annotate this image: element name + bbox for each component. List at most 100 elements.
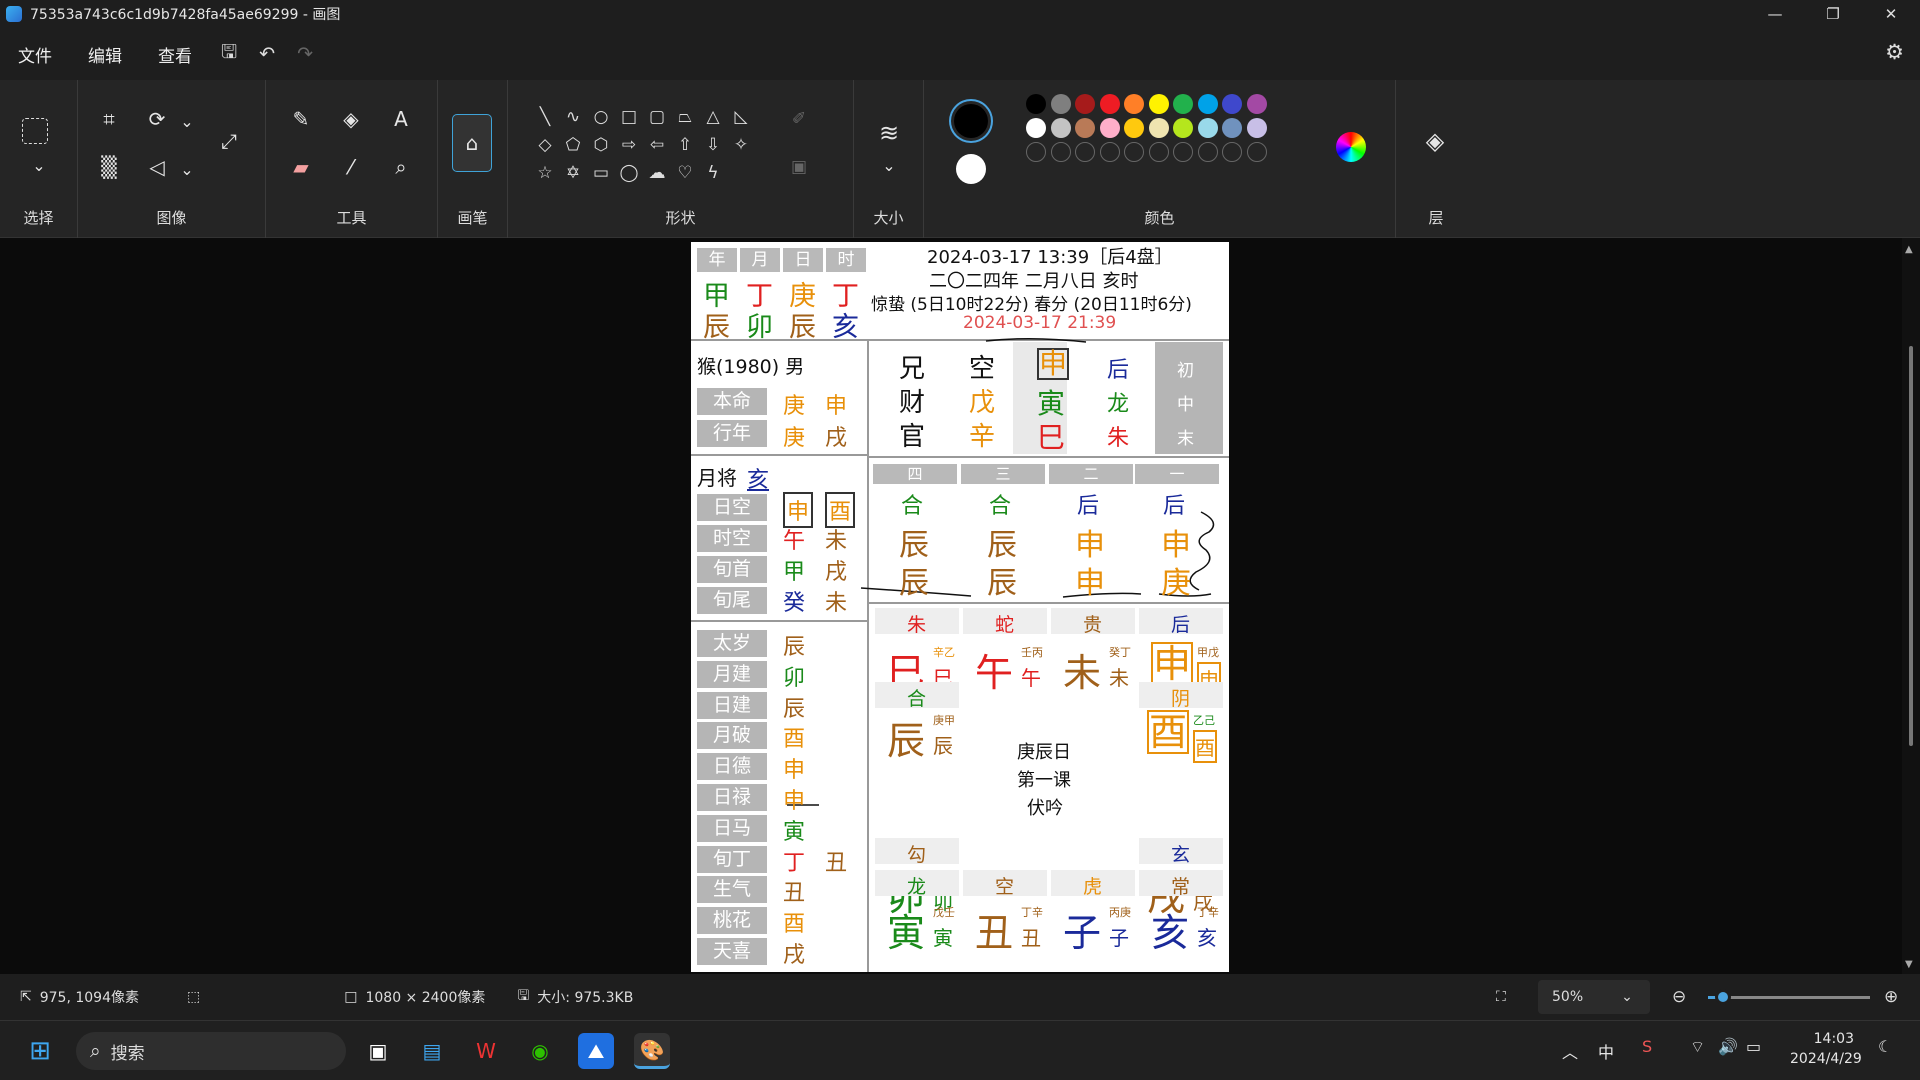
custom-color-slot[interactable] xyxy=(1148,142,1169,162)
palette-swatch[interactable] xyxy=(1246,118,1267,138)
oval-callout-icon[interactable]: ◯ xyxy=(616,160,642,186)
palette-swatch[interactable] xyxy=(1148,94,1169,114)
chevron-down-icon[interactable]: ⌄ xyxy=(26,152,52,178)
palette-swatch[interactable] xyxy=(1148,118,1169,138)
sogou-icon[interactable]: S xyxy=(1642,1037,1652,1056)
edit-colors-icon[interactable] xyxy=(1336,132,1366,162)
text-icon[interactable]: A xyxy=(384,102,418,136)
pentagon-shape-icon[interactable]: ⬠ xyxy=(560,132,586,158)
fit-screen-icon[interactable]: ⛶ xyxy=(1496,989,1506,1005)
widgets-icon[interactable]: ▤ xyxy=(414,1033,450,1069)
oval-shape-icon[interactable]: ○ xyxy=(588,104,614,130)
scroll-thumb[interactable] xyxy=(1909,346,1913,746)
palette-swatch[interactable] xyxy=(1050,94,1071,114)
ime-indicator[interactable]: 中 xyxy=(1598,1039,1614,1063)
save-icon[interactable]: 🖫 xyxy=(221,38,237,70)
palette-swatch[interactable] xyxy=(1026,118,1046,138)
crop-icon[interactable]: ⌗ xyxy=(92,102,126,136)
zoom-select[interactable]: 50% ⌄ xyxy=(1538,980,1650,1014)
vertical-scrollbar[interactable]: ▲ ▼ xyxy=(1902,238,1920,974)
fill-icon[interactable]: ▣ xyxy=(786,154,812,180)
close-button[interactable]: ✕ xyxy=(1862,0,1920,28)
palette-swatch[interactable] xyxy=(1099,94,1120,114)
heart-shape-icon[interactable]: ♡ xyxy=(672,160,698,186)
clock-date[interactable]: 2024/4/29 xyxy=(1790,1051,1862,1067)
wechat-icon[interactable]: ◉ xyxy=(522,1033,558,1069)
zoom-slider-track[interactable] xyxy=(1708,996,1870,999)
rect-select-icon[interactable] xyxy=(22,118,48,144)
flip-icon[interactable]: ◁ xyxy=(140,150,174,184)
fill-bucket-icon[interactable]: ◈ xyxy=(334,102,368,136)
custom-color-slot[interactable] xyxy=(1197,142,1218,162)
canvas-document[interactable]: 年 月 日 时 甲 丁 庚 丁 辰 卯 辰 亥 2024-03-17 13:39… xyxy=(691,242,1229,972)
notification-moon-icon[interactable]: ☾ xyxy=(1878,1037,1892,1056)
palette-swatch[interactable] xyxy=(1246,94,1267,114)
polygon-shape-icon[interactable]: ⏢ xyxy=(672,104,698,130)
custom-color-slot[interactable] xyxy=(1124,142,1144,162)
custom-color-slot[interactable] xyxy=(1246,142,1267,162)
task-view-icon[interactable]: ▣ xyxy=(360,1033,396,1069)
lightning-shape-icon[interactable]: ϟ xyxy=(700,160,726,186)
palette-swatch[interactable] xyxy=(1173,118,1193,138)
palette-swatch[interactable] xyxy=(1197,118,1218,138)
wps-icon[interactable]: W xyxy=(468,1033,504,1069)
menu-file[interactable]: 文件 xyxy=(18,42,52,67)
outline-icon[interactable]: ✐ xyxy=(786,106,812,132)
flip-chevron-icon[interactable]: ⌄ xyxy=(174,156,200,182)
undo-icon[interactable]: ↶ xyxy=(259,43,275,65)
diamond-shape-icon[interactable]: ◇ xyxy=(532,132,558,158)
palette-swatch[interactable] xyxy=(1124,118,1144,138)
brush-icon[interactable]: ⌂ xyxy=(452,114,492,172)
four-point-star-icon[interactable]: ✧ xyxy=(728,132,754,158)
palette-swatch[interactable] xyxy=(1173,94,1193,114)
rotate-chevron-icon[interactable]: ⌄ xyxy=(174,108,200,134)
tray-chevron-up-icon[interactable]: ︿ xyxy=(1562,1039,1578,1063)
secondary-color-swatch[interactable] xyxy=(956,154,986,184)
palette-swatch[interactable] xyxy=(1222,94,1242,114)
photos-icon[interactable]: ⛰ xyxy=(578,1033,614,1069)
left-arrow-shape-icon[interactable]: ⇦ xyxy=(644,132,670,158)
redo-icon[interactable]: ↷ xyxy=(297,43,313,65)
scroll-up-icon[interactable]: ▲ xyxy=(1905,244,1913,255)
taskbar-search[interactable]: ⌕ 搜索 xyxy=(76,1032,346,1070)
rounded-rect-shape-icon[interactable]: ▢ xyxy=(644,104,670,130)
eraser-icon[interactable]: ▰ xyxy=(284,150,318,184)
palette-swatch[interactable] xyxy=(1099,118,1120,138)
rotate-icon[interactable]: ⟳ xyxy=(140,102,174,136)
palette-swatch[interactable] xyxy=(1222,118,1242,138)
zoom-slider-thumb[interactable] xyxy=(1715,989,1731,1005)
five-point-star-icon[interactable]: ☆ xyxy=(532,160,558,186)
primary-color-swatch[interactable] xyxy=(954,104,988,138)
custom-color-slot[interactable] xyxy=(1026,142,1046,162)
battery-icon[interactable]: ▭ xyxy=(1746,1037,1761,1056)
color-picker-icon[interactable]: ⁄ xyxy=(334,150,368,184)
remove-background-icon[interactable]: ▒ xyxy=(92,150,126,184)
curve-shape-icon[interactable]: ∿ xyxy=(560,104,586,130)
rectangle-shape-icon[interactable]: □ xyxy=(616,104,642,130)
custom-color-slot[interactable] xyxy=(1075,142,1095,162)
palette-swatch[interactable] xyxy=(1026,94,1046,114)
six-point-star-icon[interactable]: ✡ xyxy=(560,160,586,186)
custom-color-slot[interactable] xyxy=(1050,142,1071,162)
custom-color-slot[interactable] xyxy=(1173,142,1193,162)
zoom-out-icon[interactable]: ⊖ xyxy=(1672,987,1686,1007)
layers-icon[interactable]: ◈ xyxy=(1418,124,1452,158)
triangle-shape-icon[interactable]: △ xyxy=(700,104,726,130)
wifi-icon[interactable]: ⌔ xyxy=(1690,1037,1705,1057)
volume-icon[interactable]: 🔊 xyxy=(1718,1037,1738,1056)
palette-swatch[interactable] xyxy=(1124,94,1144,114)
palette-swatch[interactable] xyxy=(1075,94,1095,114)
paint-taskbar-icon[interactable]: 🎨 xyxy=(634,1033,670,1069)
scroll-down-icon[interactable]: ▼ xyxy=(1905,959,1913,970)
palette-swatch[interactable] xyxy=(1075,118,1095,138)
hexagon-shape-icon[interactable]: ⬡ xyxy=(588,132,614,158)
pencil-icon[interactable]: ✎ xyxy=(284,102,318,136)
zoom-in-icon[interactable]: ⊕ xyxy=(1884,987,1898,1007)
right-arrow-shape-icon[interactable]: ⇨ xyxy=(616,132,642,158)
palette-swatch[interactable] xyxy=(1050,118,1071,138)
magnifier-icon[interactable]: ⌕ xyxy=(384,150,418,184)
right-triangle-shape-icon[interactable]: ◺ xyxy=(728,104,754,130)
cloud-callout-icon[interactable]: ☁ xyxy=(644,160,670,186)
line-size-icon[interactable]: ≋ xyxy=(872,116,906,150)
rect-callout-icon[interactable]: ▭ xyxy=(588,160,614,186)
